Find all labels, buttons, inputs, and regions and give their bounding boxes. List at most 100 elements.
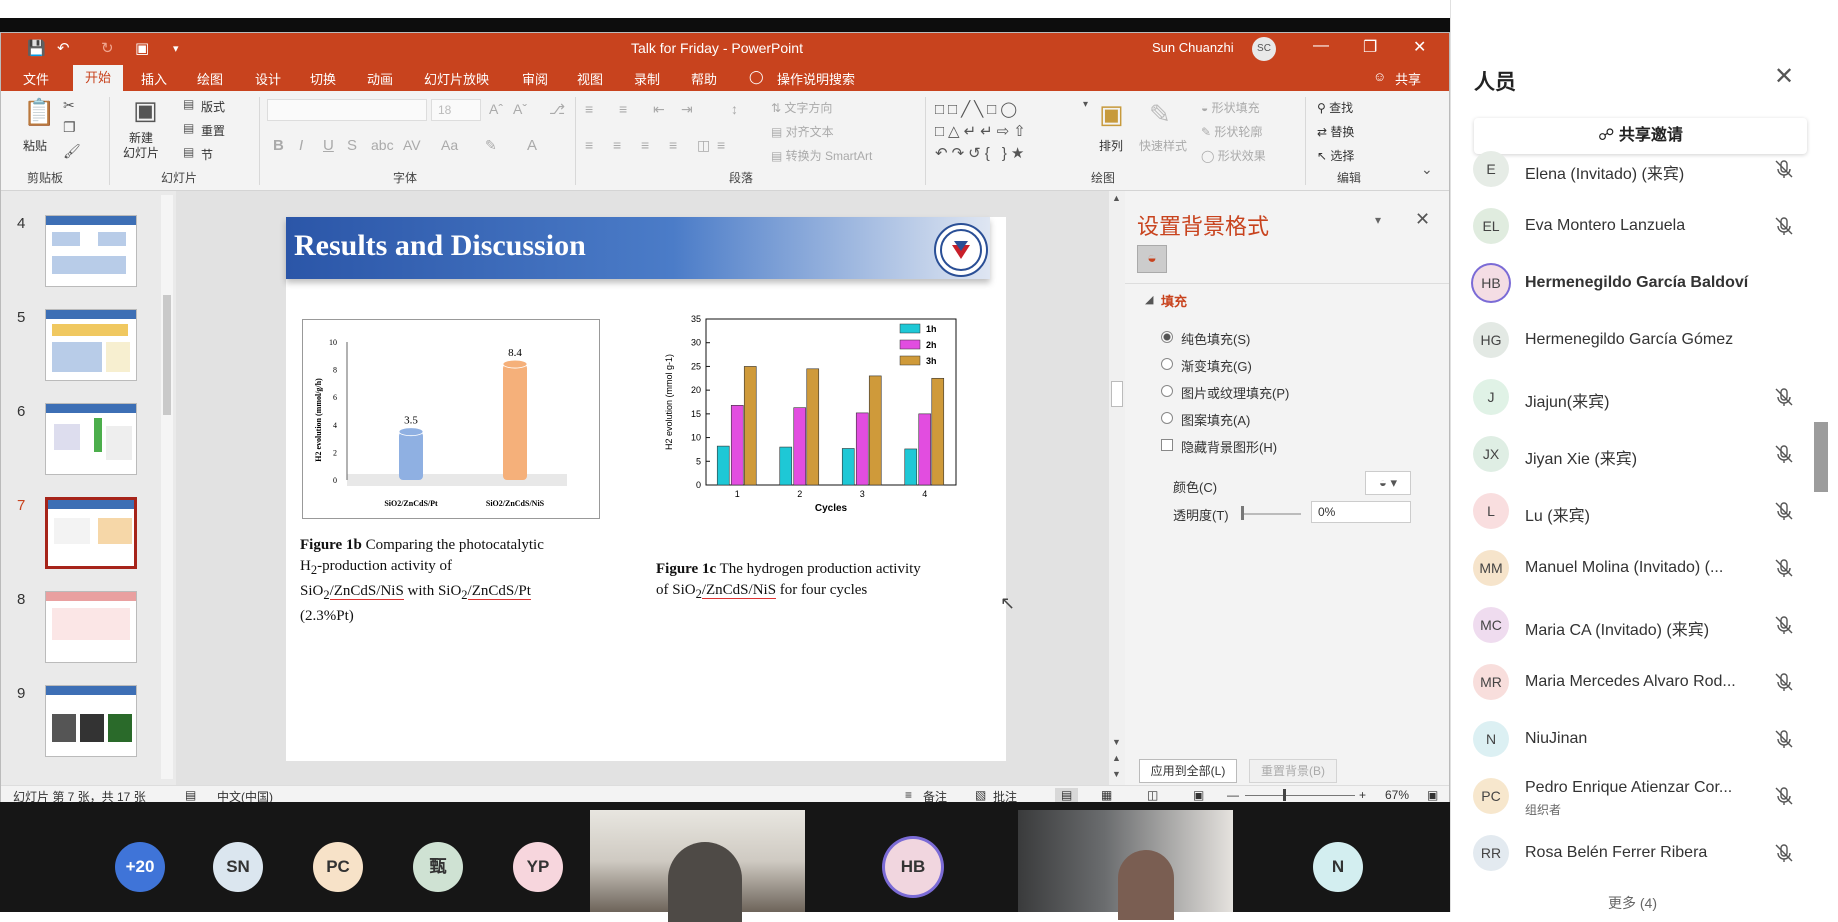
muted-mic-icon[interactable] (1773, 671, 1795, 693)
current-slide[interactable]: Results and Discussion 0 2 4 6 8 10 H2 evoluti… (286, 217, 1015, 761)
align-right-icon[interactable]: ≡ (641, 137, 649, 153)
participant-row[interactable]: MM Manuel Molina (Invitado) (... (1451, 541, 1838, 598)
participant-row[interactable]: J Jiajun(来宾) (1451, 370, 1838, 427)
reading-view-icon[interactable]: ◫ (1147, 788, 1158, 802)
muted-mic-icon[interactable] (1773, 842, 1795, 864)
figure-1b-chart[interactable]: 0 2 4 6 8 10 H2 evolution (mmol/g/h) 3.5 SiO2/Zn… (302, 319, 600, 519)
participant-video-feed[interactable] (1018, 810, 1233, 920)
muted-mic-icon[interactable] (1773, 728, 1795, 750)
shapes-more-icon[interactable]: ▾ (1083, 99, 1088, 110)
figure-1b-caption[interactable]: Figure 1b Comparing the photocatalytic H… (300, 535, 620, 627)
align-left-icon[interactable]: ≡ (585, 137, 593, 153)
columns-icon[interactable]: ◫ (697, 137, 710, 154)
align-center-icon[interactable]: ≡ (613, 137, 621, 153)
font-size-select[interactable]: 18 (431, 99, 481, 121)
participant-row[interactable]: MR Maria Mercedes Alvaro Rod... (1451, 655, 1838, 712)
scroll-thumb[interactable] (163, 295, 171, 415)
redo-icon[interactable]: ↻ (101, 39, 114, 57)
char-spacing-icon[interactable]: AV (403, 137, 421, 153)
participant-row[interactable]: PC Pedro Enrique Atienzar Cor... 组织者 (1451, 769, 1838, 826)
more-participants-avatar[interactable]: +20 (115, 842, 165, 892)
underline-icon[interactable]: U (323, 137, 334, 154)
picture-fill-radio[interactable] (1161, 385, 1173, 397)
tab-review[interactable]: 审阅 (522, 69, 548, 88)
more-participants-link[interactable]: 更多 (4) (1608, 893, 1657, 913)
fit-slide-icon[interactable]: ▣ (1427, 788, 1438, 802)
muted-mic-icon[interactable] (1773, 614, 1795, 636)
restore-icon[interactable]: ❐ (1363, 37, 1377, 57)
paste-button[interactable]: 粘贴 (23, 137, 47, 154)
zoom-level[interactable]: 67% (1385, 788, 1409, 802)
participant-avatar-zhen[interactable]: 甄 (413, 842, 463, 892)
copy-icon[interactable]: ❐ (63, 119, 76, 136)
cut-icon[interactable]: ✂ (63, 97, 75, 114)
select-button[interactable]: ↖ 选择 (1317, 147, 1354, 164)
bold-icon[interactable]: B (273, 137, 284, 154)
tab-animations[interactable]: 动画 (367, 69, 393, 88)
muted-mic-icon[interactable] (1773, 158, 1795, 180)
gradient-fill-radio[interactable] (1161, 358, 1173, 370)
figure-1c-caption[interactable]: Figure 1c The hydrogen production activi… (656, 559, 996, 605)
transparency-slider[interactable] (1243, 513, 1301, 515)
tab-transitions[interactable]: 切换 (310, 69, 336, 88)
participant-avatar-sn[interactable]: SN (213, 842, 263, 892)
customize-qat-icon[interactable]: ▾ (173, 42, 179, 55)
replace-button[interactable]: ⇄ 替换 (1317, 123, 1354, 140)
text-direction-button[interactable]: ⇅ 文字方向 (771, 99, 832, 116)
participant-row[interactable]: E Elena (Invitado) (来宾) (1451, 142, 1838, 199)
quick-styles-button[interactable]: 快速样式 (1139, 137, 1187, 154)
find-button[interactable]: ⚲ 查找 (1317, 99, 1353, 116)
align-text-button[interactable]: ▤ 对齐文本 (771, 123, 834, 140)
increase-indent-icon[interactable]: ⇥ (681, 101, 693, 118)
shape-effects-button[interactable]: ◯ 形状效果 (1201, 147, 1266, 164)
shrink-font-icon[interactable]: Aˇ (513, 101, 527, 117)
apply-to-all-button[interactable]: 应用到全部(L) (1139, 759, 1237, 783)
font-color-icon[interactable]: A (527, 137, 537, 154)
bullets-icon[interactable]: ≡ (585, 101, 593, 117)
participant-row[interactable]: EL Eva Montero Lanzuela (1451, 199, 1838, 256)
scroll-up-icon[interactable]: ▲ (1112, 193, 1121, 203)
zoom-slider-thumb[interactable] (1283, 789, 1286, 801)
share-button[interactable]: 共享 (1395, 69, 1421, 88)
numbering-icon[interactable]: ≡ (619, 101, 627, 117)
active-speaker-avatar-hb[interactable]: HB (885, 839, 941, 895)
tab-slideshow[interactable]: 幻灯片放映 (424, 69, 489, 88)
gradient-fill-label[interactable]: 渐变填充(G) (1181, 356, 1252, 375)
shape-outline-button[interactable]: ✎ 形状轮廓 (1201, 123, 1262, 140)
muted-mic-icon[interactable] (1773, 785, 1795, 807)
participant-row[interactable]: HB Hermenegildo García Baldoví (1451, 256, 1838, 313)
italic-icon[interactable]: I (299, 137, 303, 154)
justify-icon[interactable]: ≡ (669, 137, 677, 153)
picture-fill-label[interactable]: 图片或纹理填充(P) (1181, 383, 1289, 402)
close-icon[interactable]: ✕ (1413, 37, 1426, 57)
scroll-down-icon[interactable]: ▼ (1112, 737, 1121, 747)
format-painter-icon[interactable]: 🖌 (63, 143, 81, 160)
tab-draw[interactable]: 绘图 (197, 69, 223, 88)
pane-close-icon[interactable]: ✕ (1415, 209, 1430, 230)
normal-view-icon[interactable]: ▤ (1055, 788, 1079, 802)
zoom-slider[interactable] (1245, 795, 1355, 796)
new-slide-icon[interactable]: ▣ (133, 95, 158, 126)
pattern-fill-radio[interactable] (1161, 412, 1173, 424)
panel-scrollbar[interactable] (1814, 422, 1828, 492)
participant-row[interactable]: MC Maria CA (Invitado) (来宾) (1451, 598, 1838, 655)
slide-thumbnail-4[interactable] (45, 215, 137, 287)
muted-mic-icon[interactable] (1773, 443, 1795, 465)
paste-icon[interactable]: 📋 (23, 97, 55, 128)
muted-mic-icon[interactable] (1773, 500, 1795, 522)
slide-scrollbar[interactable]: ▲ ▼ ▲ ▼ (1109, 191, 1125, 785)
reset-background-button[interactable]: 重置背景(B) (1249, 759, 1337, 783)
shadow-icon[interactable]: S (347, 137, 357, 154)
shapes-gallery[interactable]: □□╱╲□◯ □△↵↵⇨⇧ ↶↷↺{ }★ (935, 99, 1077, 165)
tab-record[interactable]: 录制 (634, 69, 660, 88)
clear-format-icon[interactable]: ⎇ (549, 101, 565, 118)
slide-thumbnail-5[interactable] (45, 309, 137, 381)
muted-mic-icon[interactable] (1773, 386, 1795, 408)
paragraph-dialog-icon[interactable]: ≡ (717, 137, 725, 153)
tab-file[interactable]: 文件 (23, 69, 49, 88)
smartart-button[interactable]: ▤ 转换为 SmartArt (771, 147, 872, 164)
slide-thumbnail-9[interactable] (45, 685, 137, 757)
participant-video-feed[interactable] (590, 810, 805, 922)
reset-button[interactable]: 重置 (201, 122, 225, 139)
line-spacing-icon[interactable]: ↕ (731, 101, 738, 117)
